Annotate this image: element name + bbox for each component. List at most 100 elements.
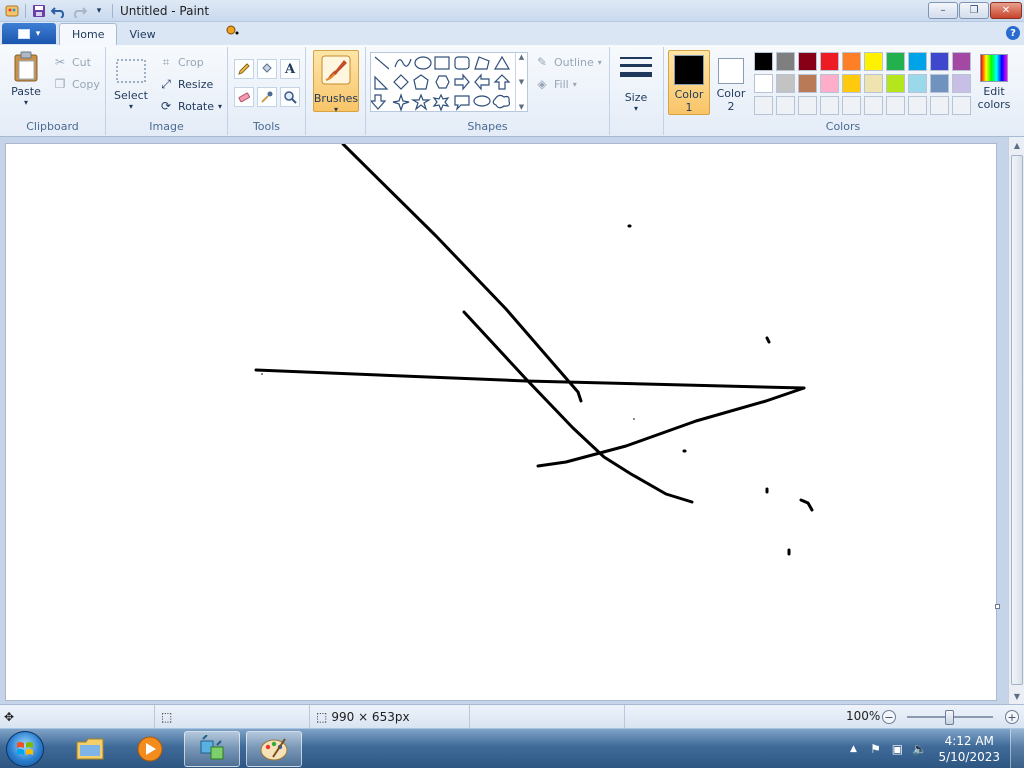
expand-gallery-icon[interactable]: ▼ [519, 103, 524, 111]
explorer-taskbar-button[interactable] [62, 731, 118, 767]
tab-view[interactable]: View [117, 23, 167, 45]
selection-icon [115, 55, 147, 87]
stroke-dot-2 [765, 336, 771, 344]
zoom-out-button[interactable]: − [882, 710, 896, 724]
fill-bucket-icon[interactable] [257, 59, 277, 79]
crop-icon: ⌗ [162, 54, 170, 69]
scroll-down-icon[interactable]: ▼ [1009, 688, 1024, 704]
chevron-down-icon: ▾ [35, 28, 41, 39]
show-desktop-button[interactable] [1010, 729, 1024, 768]
taskbar: ▲ ⚑ ▣ 🔈 4:12 AM 5/10/2023 [0, 728, 1024, 768]
app-taskbar-button[interactable] [184, 731, 240, 767]
workspace [0, 137, 1008, 704]
start-button[interactable] [6, 731, 44, 767]
cut-button[interactable]: ✂ Cut [52, 53, 91, 71]
undo-icon[interactable] [49, 2, 69, 20]
move-cursor-icon: ✥ [4, 710, 15, 724]
shapes-gallery: ▲ ▼ ▼ [370, 52, 528, 112]
clipboard-group-label: Clipboard [26, 120, 79, 133]
copy-label: Copy [72, 77, 100, 91]
scrollbar-thumb[interactable] [1011, 155, 1023, 685]
paint-app-icon[interactable] [2, 2, 22, 20]
volume-icon[interactable]: 🔈 [910, 740, 928, 758]
paste-icon [10, 51, 42, 83]
window-controls: – ❐ ✕ [928, 2, 1022, 19]
line-size-icon [620, 53, 652, 85]
network-icon[interactable]: ▣ [888, 740, 906, 758]
clock[interactable]: 4:12 AM 5/10/2023 [938, 733, 1000, 765]
tools-group: A Tools [228, 47, 306, 135]
ribbon-tabs: ▾ Home View ? [0, 22, 1024, 45]
zoom-in-button[interactable]: + [1005, 710, 1019, 724]
cut-label: Cut [72, 55, 91, 69]
magnifier-icon[interactable] [280, 87, 300, 107]
rotate-button[interactable]: ⟳ Rotate ▾ [158, 97, 222, 115]
selection-size-segment: ⬚ [155, 705, 310, 729]
size-group: Size ▾ [610, 47, 664, 135]
title-bar: ▾ Untitled - Paint – ❐ ✕ [0, 0, 1024, 22]
canvas-size-text: 990 × 653px [331, 710, 410, 724]
select-label: Select [114, 89, 148, 102]
clock-date: 5/10/2023 [938, 750, 1000, 764]
clipboard-group: Paste ▾ ✂ Cut ❐ Copy Clipboard [0, 47, 106, 135]
stroke-return [536, 386, 806, 468]
stroke-dot-6 [633, 418, 635, 420]
eraser-icon[interactable] [234, 87, 254, 107]
show-hidden-icons-icon[interactable]: ▲ [844, 740, 862, 758]
canvas-size-segment: ⬚ 990 × 653px [310, 705, 470, 729]
shapes-group-label: Shapes [467, 120, 508, 133]
shapes-scroll[interactable]: ▲ ▼ ▼ [515, 53, 527, 111]
resize-icon: ⤢ [161, 76, 171, 91]
crop-button[interactable]: ⌗ Crop [158, 53, 204, 71]
redo-icon[interactable] [69, 2, 89, 20]
minimize-button[interactable]: – [928, 2, 958, 19]
action-center-flag-icon[interactable]: ⚑ [866, 740, 884, 758]
brushes-group [306, 47, 366, 135]
chevron-down-icon[interactable]: ▼ [519, 78, 524, 86]
size-button[interactable]: Size ▾ [618, 53, 654, 113]
vertical-scrollbar[interactable]: ▲ ▼ [1008, 137, 1024, 704]
mouse-cursor-icon [226, 25, 239, 35]
chevron-down-icon: ▾ [128, 102, 133, 111]
media-player-icon [137, 736, 163, 762]
stroke-dot-7 [261, 373, 263, 375]
color-picker-icon[interactable] [257, 87, 277, 107]
menu-document-icon [17, 28, 30, 39]
chevron-up-icon[interactable]: ▲ [519, 53, 524, 61]
canvas-resize-handle[interactable] [995, 604, 1000, 609]
resize-button[interactable]: ⤢ Resize [158, 75, 213, 93]
close-button[interactable]: ✕ [990, 2, 1022, 19]
outline-brush-icon: ✎ [536, 55, 548, 69]
image-group-label: Image [149, 120, 184, 133]
maximize-button[interactable]: ❐ [959, 2, 989, 19]
paint-taskbar-button[interactable] [246, 731, 302, 767]
save-icon[interactable] [29, 2, 49, 20]
drawing-canvas[interactable] [6, 142, 996, 700]
clock-time: 4:12 AM [944, 734, 994, 748]
chevron-down-icon: ▾ [23, 98, 28, 107]
text-icon[interactable]: A [280, 59, 300, 79]
paste-label: Paste [11, 85, 41, 98]
folder-icon [76, 738, 104, 760]
scroll-up-icon[interactable]: ▲ [1009, 137, 1024, 153]
ribbon: Paste ▾ ✂ Cut ❐ Copy Clipboard Select ▾ … [0, 45, 1024, 137]
pencil-icon[interactable] [234, 59, 254, 79]
separator [112, 3, 113, 18]
stroke-diagonal-long [341, 142, 583, 403]
help-icon[interactable]: ? [1006, 26, 1020, 40]
colors-group: Colors [664, 47, 1022, 135]
fill-button[interactable]: ◈ Fill ▾ [534, 75, 576, 93]
paste-button[interactable]: Paste ▾ [8, 51, 44, 107]
tab-home[interactable]: Home [59, 23, 118, 45]
outline-label: Outline [554, 55, 594, 69]
size-label: Size [624, 91, 648, 104]
rotate-icon: ⟳ [160, 99, 172, 113]
outline-button[interactable]: ✎ Outline ▾ [534, 53, 602, 71]
paint-menu-button[interactable]: ▾ [2, 23, 56, 44]
select-button[interactable]: Select ▾ [114, 55, 148, 111]
zoom-slider-thumb[interactable] [945, 710, 954, 725]
media-player-taskbar-button[interactable] [122, 731, 178, 767]
stroke-diagonal-lower [462, 310, 694, 504]
copy-button[interactable]: ❐ Copy [52, 75, 100, 93]
customize-qat-icon[interactable]: ▾ [89, 2, 109, 20]
